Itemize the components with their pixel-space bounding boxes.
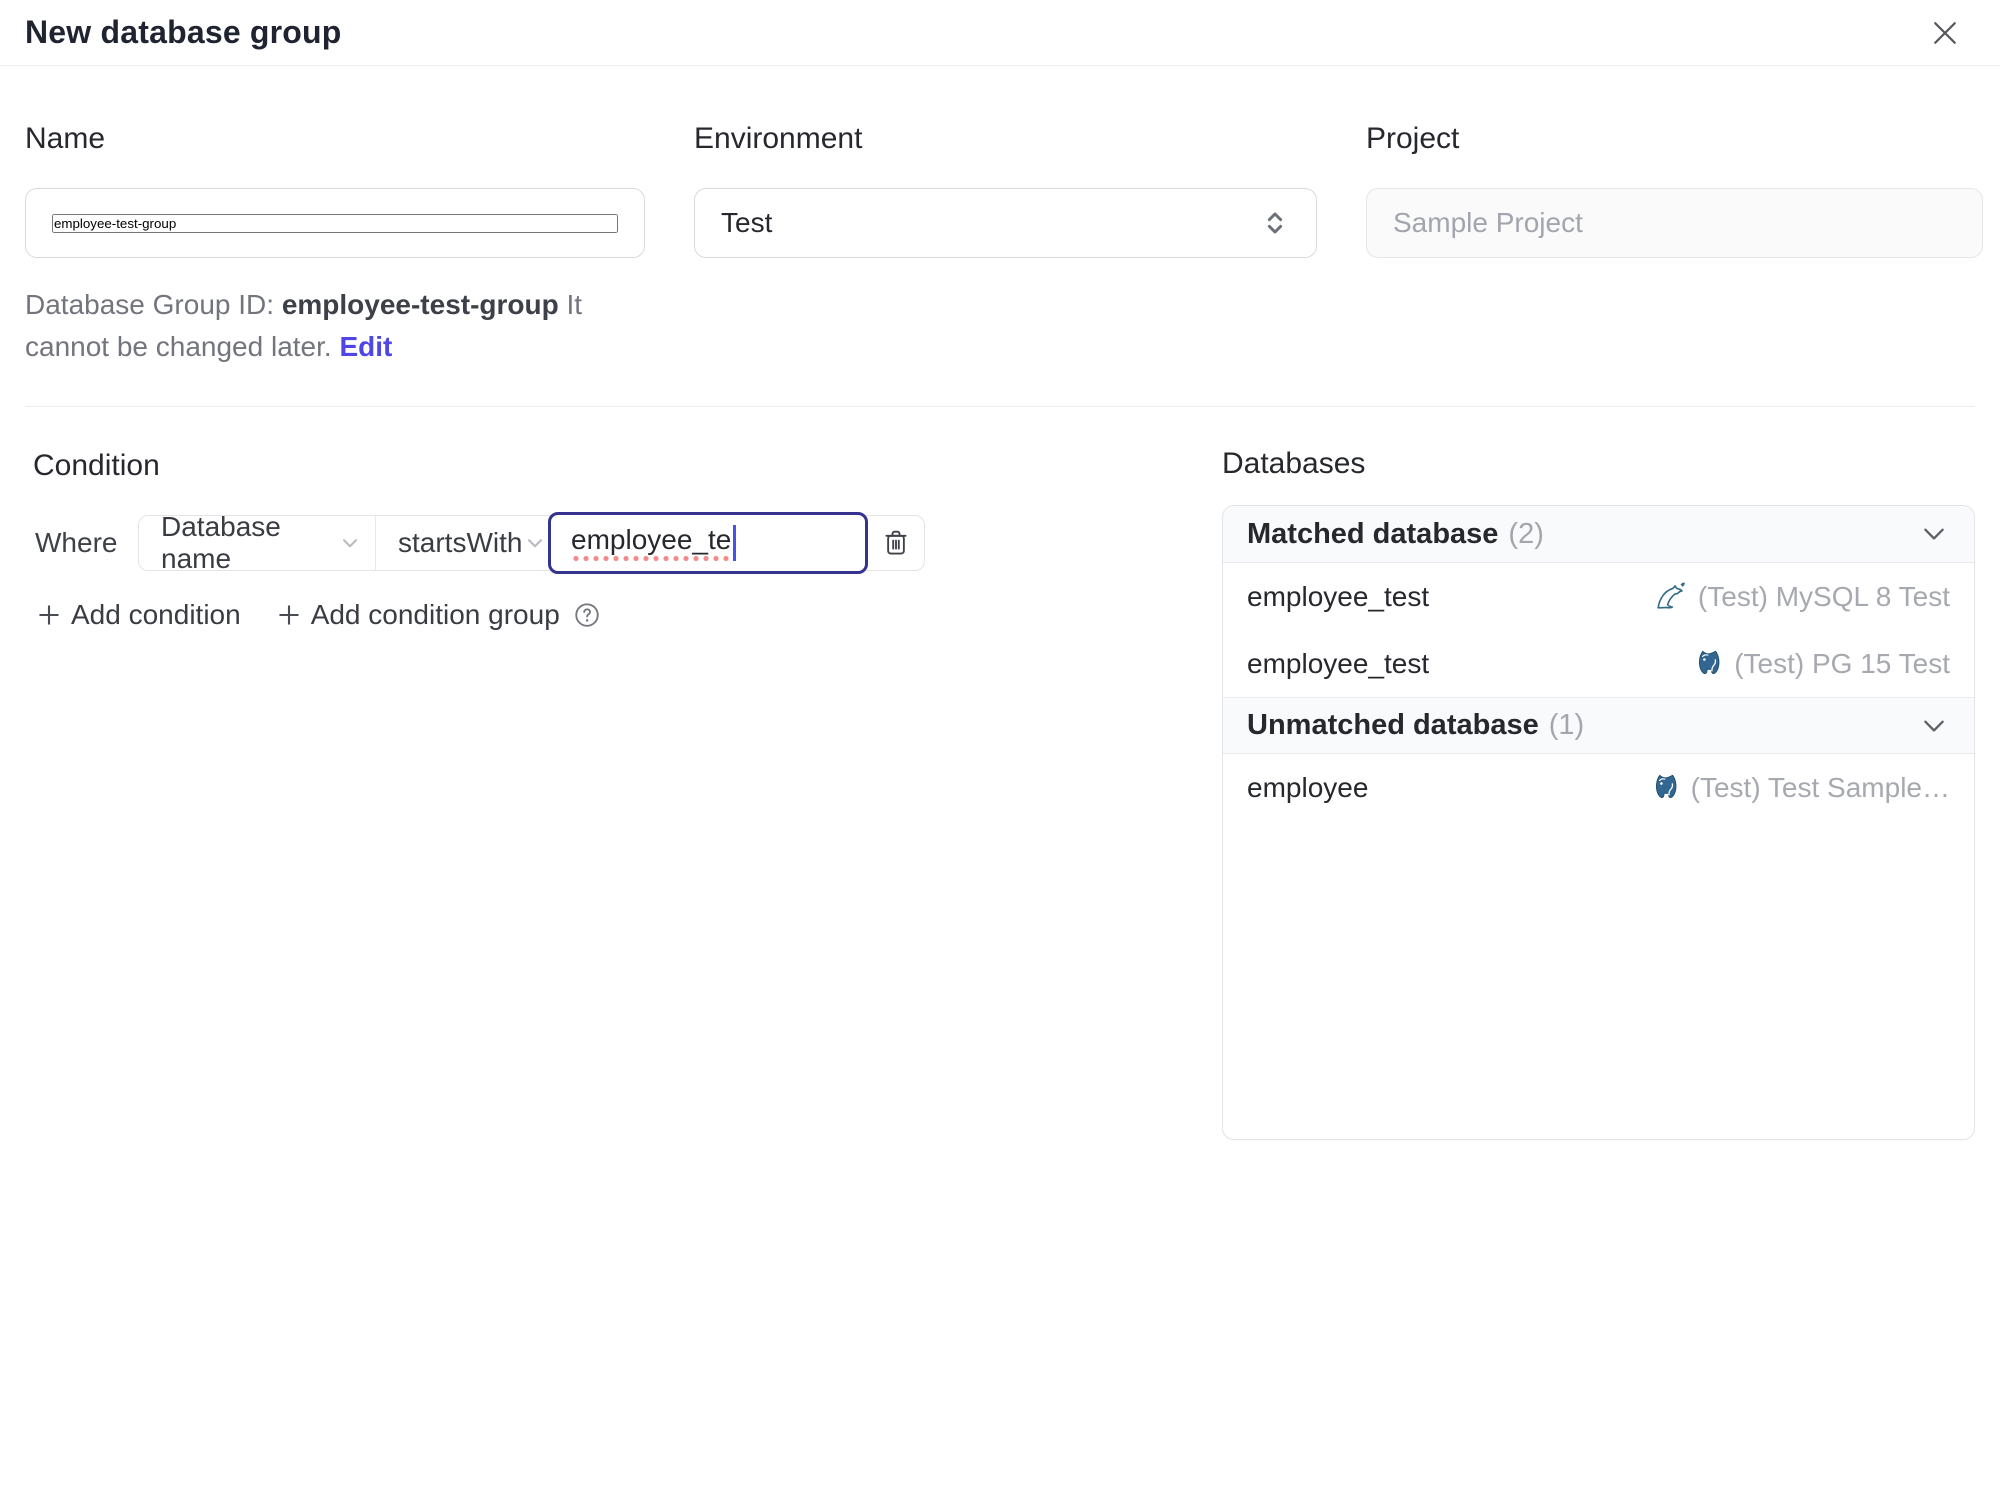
environment-select[interactable]: Test [694, 188, 1317, 258]
condition-operator-value: startsWith [398, 527, 523, 558]
project-field-group: Project Sample Project [1366, 122, 1983, 368]
chevron-up-down-icon [1260, 208, 1290, 238]
add-condition-group-label: Add condition group [310, 599, 560, 630]
unmatched-database-title: Unmatched database [1247, 709, 1539, 741]
help-icon [572, 600, 602, 630]
dialog-header: New database group [0, 0, 2000, 66]
chevron-down-icon[interactable] [1918, 518, 1950, 550]
matched-database-count: (2) [1508, 517, 1544, 550]
project-selected-value: Sample Project [1393, 207, 1583, 238]
database-name: employee_test [1247, 647, 1430, 679]
databases-heading: Databases [1222, 447, 1366, 480]
chevron-down-icon [337, 530, 363, 556]
matched-database-row: employee_test (Test) PG 15 Test [1223, 630, 1974, 697]
page-title: New database group [25, 14, 342, 50]
project-select[interactable]: Sample Project [1366, 188, 1983, 258]
instance-info: (Test) Test Sample… [1649, 772, 1950, 804]
condition-heading: Condition [33, 449, 160, 482]
condition-factor-select[interactable]: Database name [139, 511, 376, 574]
matched-database-title: Matched database [1247, 517, 1499, 550]
group-form: Name Database Group ID: employee-test-gr… [25, 122, 1983, 368]
chevron-down-icon [522, 530, 548, 556]
unmatched-database-header[interactable]: Unmatched database (1) [1223, 697, 1974, 754]
databases-section: Databases Matched database (2) employee_… [1222, 407, 1975, 1140]
condition-value-text: employee_te [571, 524, 732, 562]
condition-operator-select[interactable]: startsWith [376, 516, 549, 570]
instance-info: (Test) MySQL 8 Test [1654, 580, 1950, 614]
name-field-group: Name Database Group ID: employee-test-gr… [25, 122, 645, 368]
environment-label: Environment [694, 122, 863, 155]
condition-factor-value: Database name [161, 511, 281, 574]
name-input-wrapper [25, 188, 645, 258]
databases-panel: Matched database (2) employee_test (Test… [1222, 505, 1975, 1140]
condition-section: Condition Where Database name startsWith [25, 407, 1222, 631]
add-condition-group-button[interactable]: Add condition group [275, 599, 560, 631]
close-button[interactable] [1922, 10, 1968, 56]
group-id-note: Database Group ID: employee-test-group I… [25, 284, 673, 368]
plus-icon [35, 601, 63, 629]
project-label: Project [1366, 122, 1460, 155]
matched-database-row: employee_test (Test) MySQL 8 Test [1223, 563, 1974, 630]
text-cursor [733, 525, 737, 561]
instance-label: (Test) PG 15 Test [1734, 647, 1950, 679]
condition-row: Where Database name startsWith employee_… [25, 511, 1222, 574]
postgresql-icon [1692, 648, 1724, 680]
condition-actions: Add condition Add condition group [35, 599, 1222, 631]
delete-condition-button[interactable] [868, 516, 924, 570]
help-button[interactable] [572, 600, 602, 630]
unmatched-database-count: (1) [1548, 709, 1585, 741]
unmatched-database-row: employee (Test) Test Sample… [1223, 754, 1974, 821]
where-label: Where [35, 527, 118, 558]
close-icon [1927, 15, 1963, 51]
group-id-value: employee-test-group [281, 289, 559, 320]
condition-value-input[interactable]: employee_te [548, 512, 868, 574]
name-input[interactable] [52, 213, 618, 233]
edit-id-link[interactable]: Edit [339, 331, 392, 362]
name-label: Name [25, 122, 106, 155]
database-name: employee_test [1247, 580, 1430, 612]
environment-field-group: Environment Test [694, 122, 1317, 368]
mysql-icon [1654, 580, 1688, 614]
instance-label: (Test) Test Sample… [1690, 771, 1950, 803]
postgresql-icon [1649, 772, 1681, 804]
plus-icon [275, 601, 303, 629]
instance-label: (Test) MySQL 8 Test [1697, 580, 1950, 612]
database-name: employee [1247, 771, 1369, 803]
environment-selected-value: Test [721, 207, 773, 238]
chevron-down-icon[interactable] [1918, 710, 1950, 742]
add-condition-label: Add condition [71, 599, 241, 630]
matched-database-header[interactable]: Matched database (2) [1223, 506, 1974, 563]
dialog-body: Name Database Group ID: employee-test-gr… [0, 122, 2000, 1140]
group-id-note-prefix: Database Group ID: [25, 289, 282, 320]
add-condition-button[interactable]: Add condition [35, 599, 241, 631]
instance-info: (Test) PG 15 Test [1692, 648, 1950, 680]
condition-expression-group: Database name startsWith employee_te [138, 511, 925, 574]
trash-icon [880, 527, 912, 559]
